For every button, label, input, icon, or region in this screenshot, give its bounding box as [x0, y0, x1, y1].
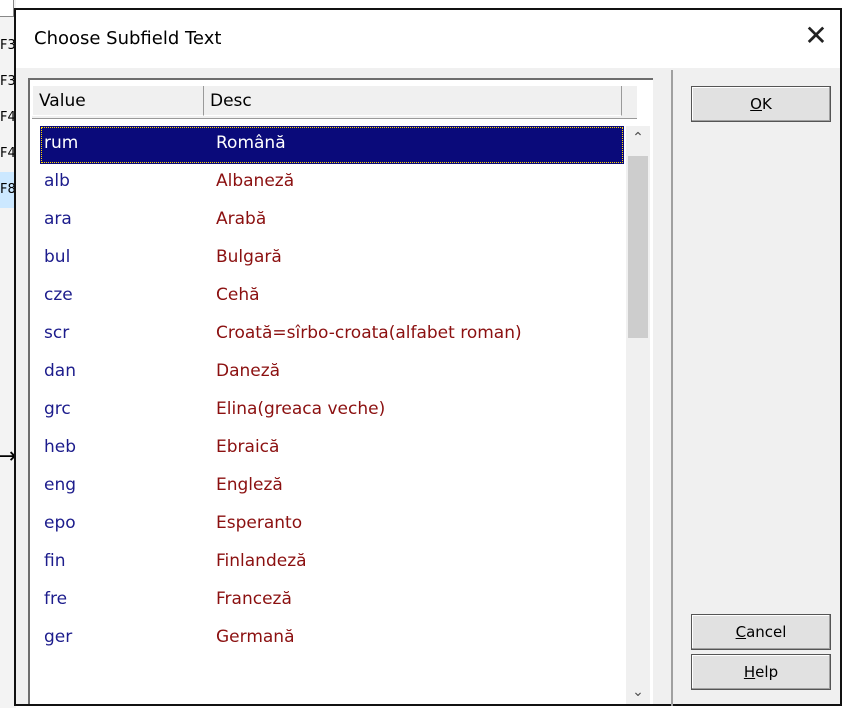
list-item-value: ger: [44, 627, 73, 647]
list-header: Value Desc: [32, 86, 637, 119]
list-item-value: scr: [44, 323, 70, 343]
list-item-value: ara: [44, 209, 72, 229]
list-item-value: alb: [44, 171, 70, 191]
ok-mnemonic: O: [750, 95, 762, 113]
help-mnemonic: H: [743, 663, 756, 681]
list-item-value: heb: [44, 437, 77, 457]
list-item[interactable]: fin Finlandeză: [40, 544, 624, 582]
list-item-value: dan: [44, 361, 76, 381]
vertical-scrollbar[interactable]: ⌃ ⌄: [626, 126, 650, 704]
background-row: F4: [0, 110, 14, 125]
background-row: F4: [0, 146, 14, 161]
close-icon[interactable]: ✕: [800, 20, 832, 52]
list-item-desc: Croată=sîrbo-croata(alfabet roman): [216, 323, 522, 343]
list-item-desc: Elina(greaca veche): [216, 399, 386, 419]
subfield-list-panel: Value Desc rum Română alb Albaneză ara Arabă b…: [28, 78, 653, 704]
list-item-desc: Franceză: [216, 589, 292, 609]
list-item-desc: Daneză: [216, 361, 281, 381]
list-item-value: fin: [44, 551, 66, 571]
cancel-mnemonic: C: [735, 623, 747, 641]
list-item-desc: Bulgară: [216, 247, 282, 267]
help-button[interactable]: Help: [691, 654, 831, 690]
list-item-desc: Engleză: [216, 475, 283, 495]
list-item[interactable]: dan Daneză: [40, 354, 624, 392]
subfield-list[interactable]: rum Română alb Albaneză ara Arabă bul Bulgară cz…: [40, 126, 624, 704]
cancel-label-rest: ancel: [746, 623, 787, 641]
background-row: F8: [0, 172, 14, 208]
scrollbar-thumb[interactable]: [628, 156, 648, 338]
ok-button[interactable]: OK: [691, 86, 831, 122]
list-item-value: rum: [44, 133, 79, 153]
list-item[interactable]: alb Albaneză: [40, 164, 624, 202]
list-item-desc: Română: [216, 133, 286, 153]
list-item-value: eng: [44, 475, 77, 495]
list-item-desc: Finlandeză: [216, 551, 307, 571]
list-item-value: bul: [44, 247, 71, 267]
list-item-desc: Arabă: [216, 209, 267, 229]
list-item[interactable]: grc Elina(greaca veche): [40, 392, 624, 430]
chevron-up-icon[interactable]: ⌃: [626, 126, 650, 150]
list-item[interactable]: scr Croată=sîrbo-croata(alfabet roman): [40, 316, 624, 354]
list-item[interactable]: fre Franceză: [40, 582, 624, 620]
cancel-button[interactable]: Cancel: [691, 614, 831, 650]
list-item[interactable]: bul Bulgară: [40, 240, 624, 278]
background-box: [0, 0, 14, 17]
help-label-rest: elp: [755, 663, 779, 681]
list-item-value: cze: [44, 285, 73, 305]
list-item-value: fre: [44, 589, 68, 609]
chevron-down-icon[interactable]: ⌄: [626, 680, 650, 704]
list-item[interactable]: rum Română: [40, 126, 624, 164]
list-item-desc: Esperanto: [216, 513, 303, 533]
list-item-desc: Ebraică: [216, 437, 280, 457]
list-item-desc: Germană: [216, 627, 295, 647]
title-bar: Choose Subfield Text ✕: [16, 10, 840, 68]
list-item-value: grc: [44, 399, 71, 419]
column-header-value[interactable]: Value: [32, 86, 204, 116]
background-row: F3: [0, 74, 14, 89]
list-item[interactable]: cze Cehă: [40, 278, 624, 316]
background-row: F3: [0, 38, 14, 53]
list-item[interactable]: heb Ebraică: [40, 430, 624, 468]
ok-label-rest: K: [761, 95, 772, 113]
list-item[interactable]: ara Arabă: [40, 202, 624, 240]
choose-subfield-dialog: Choose Subfield Text ✕ Value Desc rum Rom…: [14, 8, 842, 706]
dialog-title: Choose Subfield Text: [34, 28, 222, 49]
list-item[interactable]: epo Esperanto: [40, 506, 624, 544]
list-item-value: epo: [44, 513, 76, 533]
list-item[interactable]: ger Germană: [40, 620, 624, 658]
button-panel: OK Cancel Help: [671, 70, 831, 706]
list-item-desc: Albaneză: [216, 171, 295, 191]
list-item[interactable]: eng Engleză: [40, 468, 624, 506]
list-item-desc: Cehă: [216, 285, 260, 305]
column-header-desc[interactable]: Desc: [204, 86, 622, 116]
